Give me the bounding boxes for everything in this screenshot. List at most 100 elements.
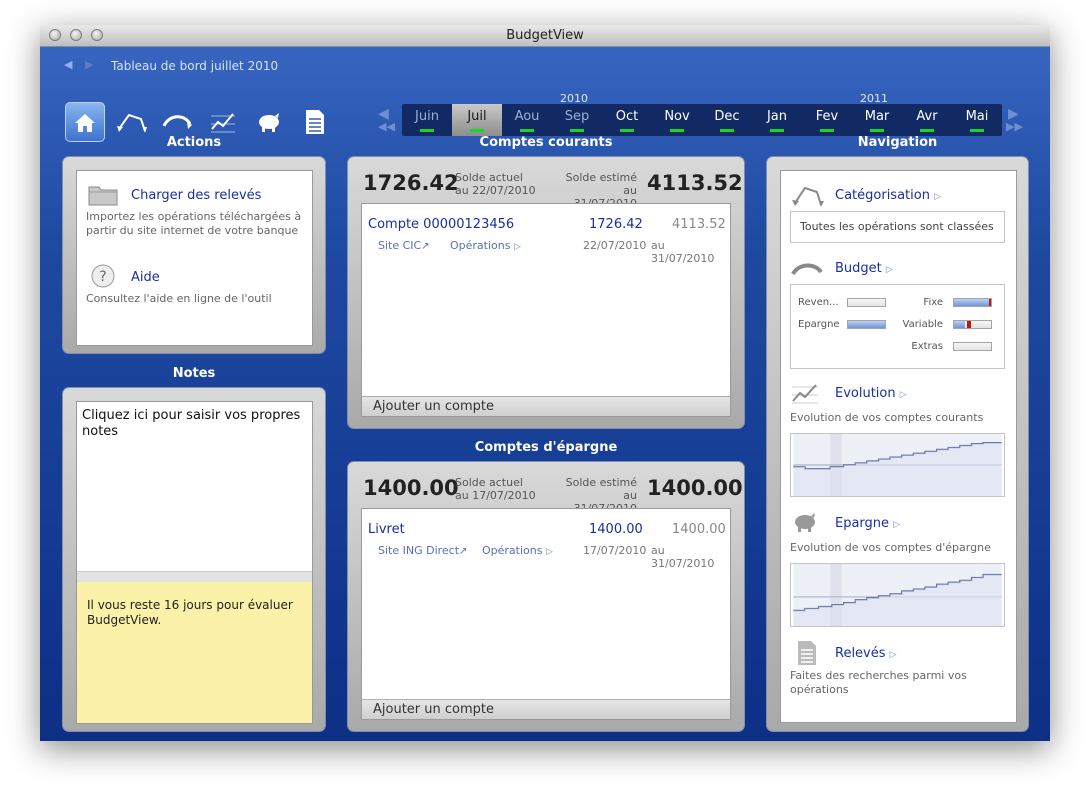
month-nov[interactable]: Nov (652, 104, 702, 136)
navigation-panel: Catégorisation ▷ Toutes les opérations s… (766, 156, 1029, 732)
savings-operations-label: Opérations (482, 544, 543, 557)
savings-description: Evolution de vos comptes d'épargne (790, 541, 991, 554)
month-sep[interactable]: Sep (552, 104, 602, 136)
savings-link[interactable]: Epargne ▷ (835, 516, 900, 531)
home-icon (75, 114, 95, 132)
evolution-description: Evolution de vos comptes courants (790, 411, 984, 424)
savings-accounts-list: Livret 1400.00 1400.00 Site ING Direct↗ … (361, 508, 731, 720)
month-label: Fev (815, 109, 839, 124)
month-timeline: ◀ ◀◀ 2010 2011 Juin Juil Aou Sep Oct Nov Dec Ja… (378, 92, 1028, 138)
statements-label: Relevés (835, 646, 886, 661)
month-mar[interactable]: Mar (852, 104, 902, 136)
month-label: Juil (467, 109, 487, 124)
savings-operations-link[interactable]: Opérations ▷ (482, 544, 553, 557)
month-status-indicator (970, 129, 984, 132)
month-status-indicator (670, 129, 684, 132)
month-status-indicator (470, 129, 484, 132)
budget-variable-fill (954, 321, 966, 328)
month-status-indicator (720, 129, 734, 132)
current-accounts-panel: 1726.42 Solde actuel au 22/07/2010 Solde … (347, 156, 745, 429)
timeline-first-icon[interactable]: ◀◀ (378, 120, 395, 133)
month-label: Jan (766, 109, 788, 124)
savings-account-name[interactable]: Livret (368, 522, 405, 537)
budget-icon (162, 115, 192, 129)
budget-icon (791, 263, 823, 276)
current-accounts-title: Comptes courants (479, 135, 613, 150)
current-total-estimated: 4113.52 (647, 171, 743, 195)
operations-link[interactable]: Opérations ▷ (450, 239, 521, 252)
notes-divider[interactable] (77, 571, 312, 582)
month-label: Dec (714, 109, 740, 124)
back-arrow-icon[interactable]: ◀ (64, 58, 72, 71)
budget-savings-fill (848, 321, 885, 328)
estimated-date: au 31/07/2010 (651, 239, 715, 265)
month-jan[interactable]: Jan (752, 104, 802, 136)
month-label: Aou (514, 109, 540, 124)
notes-title: Notes (172, 366, 216, 381)
bank-site-link[interactable]: Site CIC↗ (378, 239, 430, 252)
zoom-window-button[interactable] (91, 29, 103, 41)
savings-bank-site-link[interactable]: Site ING Direct↗ (378, 544, 467, 557)
month-dec[interactable]: Dec (702, 104, 752, 136)
notes-content: Cliquez ici pour saisir vos propres note… (76, 401, 313, 724)
current-balance-label: Solde actuel (455, 171, 523, 184)
month-oct[interactable]: Oct (602, 104, 652, 136)
add-savings-account-button[interactable]: Ajouter un compte (362, 699, 730, 719)
month-status-indicator (420, 129, 434, 132)
budget-summary[interactable]: Reven... Epargne Fixe Variable Extras (790, 284, 1005, 369)
minimize-window-button[interactable] (70, 29, 82, 41)
top-bar: ◀ ▶ Tableau de bord juillet 2010 ◀ ◀◀ 20… (40, 46, 1050, 142)
month-juil[interactable]: Juil (452, 104, 502, 136)
help-link[interactable]: Aide (131, 270, 160, 285)
budget-extras-gauge (953, 342, 992, 351)
evolution-label: Evolution (835, 386, 896, 401)
savings-mini-chart[interactable] (790, 563, 1005, 627)
budget-link[interactable]: Budget ▷ (835, 261, 893, 276)
forward-arrow-icon[interactable]: ▶ (85, 58, 93, 71)
budget-variable-overrun (967, 321, 971, 328)
notes-text-area[interactable]: Cliquez ici pour saisir vos propres note… (82, 408, 307, 440)
timeline-last-icon[interactable]: ▶▶ (1006, 120, 1023, 133)
savings-nav-label: Epargne (835, 516, 890, 531)
title-bar: BudgetView (40, 25, 1050, 47)
month-avr[interactable]: Avr (902, 104, 952, 136)
trial-notice: Il vous reste 16 jours pour évaluer Budg… (77, 582, 312, 723)
savings-balance-label: Solde actuel (455, 476, 523, 489)
add-current-account-button[interactable]: Ajouter un compte (362, 396, 730, 416)
categorization-status: Toutes les opérations sont classées (790, 211, 1005, 243)
savings-accounts-panel: 1400.00 Solde actuel au 17/07/2010 Solde … (347, 461, 745, 732)
play-arrow-icon: ▷ (893, 520, 901, 530)
budget-fixed-overrun (989, 299, 991, 306)
statements-link[interactable]: Relevés ▷ (835, 646, 897, 661)
play-arrow-icon: ▷ (889, 650, 897, 660)
window-title: BudgetView (506, 28, 584, 43)
trial-notice-text: Il vous reste 16 jours pour évaluer Budg… (87, 598, 293, 627)
savings-balance-caption: Solde actuel au 17/07/2010 (455, 476, 536, 502)
estimated-balance-label: Solde estimé (565, 171, 637, 184)
month-aou[interactable]: Aou (502, 104, 552, 136)
categorization-label: Catégorisation (835, 188, 930, 203)
budget-savings-label: Epargne (798, 319, 840, 330)
month-status-indicator (920, 129, 934, 132)
month-juin[interactable]: Juin (402, 104, 452, 136)
load-statements-link[interactable]: Charger des relevés (131, 188, 261, 203)
current-balance-date: au 22/07/2010 (455, 184, 536, 197)
account-name[interactable]: Compte 00000123456 (368, 217, 514, 232)
month-mai[interactable]: Mai (952, 104, 1002, 136)
savings-account-balance[interactable]: 1400.00 (589, 522, 643, 537)
evolution-mini-chart[interactable] (790, 433, 1005, 497)
history-navigation: ◀ ▶ (64, 58, 93, 71)
month-strip: Juin Juil Aou Sep Oct Nov Dec Jan Fev Mar Avr Mai (402, 104, 1002, 136)
evolution-link[interactable]: Evolution ▷ (835, 386, 907, 401)
categorization-link[interactable]: Catégorisation ▷ (835, 188, 941, 203)
play-arrow-icon: ▷ (513, 242, 521, 252)
month-fev[interactable]: Fev (802, 104, 852, 136)
month-status-indicator (870, 129, 884, 132)
month-label: Nov (664, 109, 690, 124)
external-link-icon: ↗ (421, 241, 430, 252)
savings-total-balance: 1400.00 (363, 476, 459, 500)
savings-estimated-label: Solde estimé (565, 476, 637, 489)
account-balance[interactable]: 1726.42 (589, 217, 643, 232)
close-window-button[interactable] (49, 29, 61, 41)
statements-description: Faites des recherches parmi vos opératio… (790, 669, 967, 696)
